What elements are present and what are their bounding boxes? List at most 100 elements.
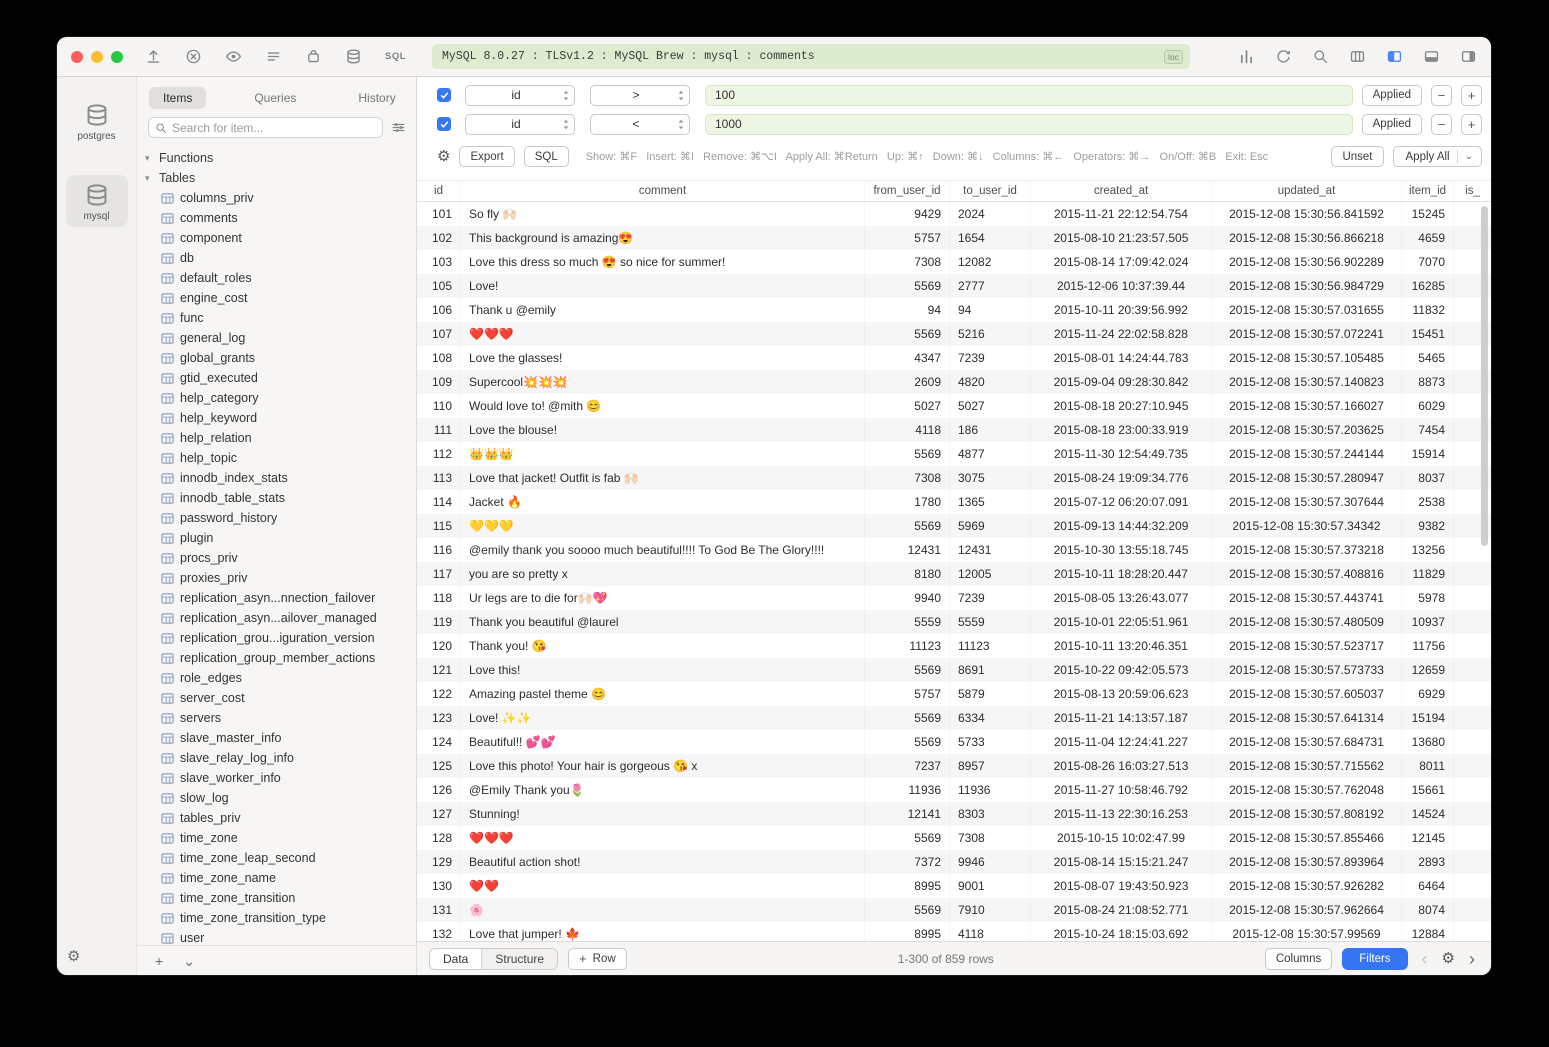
cell-to_user_id[interactable]: 5216 [950,322,1031,346]
cell-to_user_id[interactable]: 7239 [950,346,1031,370]
cell-to_user_id[interactable]: 5879 [950,682,1031,706]
cell-comment[interactable]: Supercool💥💥💥 [461,370,865,394]
cell-item_id[interactable]: 9382 [1402,514,1454,538]
panel-left-icon[interactable] [1386,48,1403,65]
cell-from_user_id[interactable]: 5569 [865,442,950,466]
cell-id[interactable]: 121 [417,658,461,682]
sidebar-table-gtid_executed[interactable]: gtid_executed [137,368,416,388]
cell-from_user_id[interactable]: 5569 [865,730,950,754]
cell-to_user_id[interactable]: 5559 [950,610,1031,634]
cell-from_user_id[interactable]: 11123 [865,634,950,658]
cell-comment[interactable]: This background is amazing😍 [461,226,865,250]
cell-is_[interactable] [1454,874,1491,898]
cell-item_id[interactable]: 15451 [1402,322,1454,346]
cell-comment[interactable]: So fly 🙌🏻 [461,202,865,226]
cell-updated_at[interactable]: 2015-12-08 15:30:57.573733 [1212,658,1402,682]
cell-item_id[interactable]: 6029 [1402,394,1454,418]
sidebar-table-tables_priv[interactable]: tables_priv [137,808,416,828]
column-header-updated_at[interactable]: updated_at [1212,181,1402,201]
cell-from_user_id[interactable]: 5569 [865,514,950,538]
cell-created_at[interactable]: 2015-11-13 22:30:16.253 [1031,802,1212,826]
cell-from_user_id[interactable]: 94 [865,298,950,322]
cell-item_id[interactable]: 8873 [1402,370,1454,394]
cell-comment[interactable]: Stunning! [461,802,865,826]
panel-right-icon[interactable] [1460,48,1477,65]
sidebar-table-time_zone_transition[interactable]: time_zone_transition [137,888,416,908]
sidebar-table-role_edges[interactable]: role_edges [137,668,416,688]
cell-updated_at[interactable]: 2015-12-08 15:30:57.762048 [1212,778,1402,802]
filter-checkbox[interactable] [437,88,451,102]
cell-to_user_id[interactable]: 12431 [950,538,1031,562]
cell-updated_at[interactable]: 2015-12-08 15:30:57.855466 [1212,826,1402,850]
connection-postgres[interactable]: postgres [66,95,128,147]
cell-to_user_id[interactable]: 94 [950,298,1031,322]
table-row[interactable]: 125Love this photo! Your hair is gorgeou… [417,754,1491,778]
unset-button[interactable]: Unset [1331,146,1383,167]
sidebar-table-slave_relay_log_info[interactable]: slave_relay_log_info [137,748,416,768]
sidebar-table-password_history[interactable]: password_history [137,508,416,528]
table-row[interactable]: 132Love that jumper! 🍁899541182015-10-24… [417,922,1491,942]
table-row[interactable]: 107❤️❤️❤️556952162015-11-24 22:02:58.828… [417,322,1491,346]
apply-all-button[interactable]: Apply All ⌄ [1393,146,1483,167]
cell-to_user_id[interactable]: 8303 [950,802,1031,826]
cell-comment[interactable]: Love this dress so much 😍 so nice for su… [461,250,865,274]
cell-updated_at[interactable]: 2015-12-08 15:30:57.105485 [1212,346,1402,370]
cell-created_at[interactable]: 2015-09-04 09:28:30.842 [1031,370,1212,394]
table-row[interactable]: 101So fly 🙌🏻942920242015-11-21 22:12:54.… [417,202,1491,226]
table-row[interactable]: 117you are so pretty x8180120052015-10-1… [417,562,1491,586]
cell-id[interactable]: 122 [417,682,461,706]
connection-mysql[interactable]: mysql [66,175,128,227]
cell-id[interactable]: 113 [417,466,461,490]
cell-created_at[interactable]: 2015-11-30 12:54:49.735 [1031,442,1212,466]
cell-id[interactable]: 131 [417,898,461,922]
cell-to_user_id[interactable]: 4877 [950,442,1031,466]
cell-comment[interactable]: Love the glasses! [461,346,865,370]
table-row[interactable]: 123Love! ✨✨556963342015-11-21 14:13:57.1… [417,706,1491,730]
cell-item_id[interactable]: 2893 [1402,850,1454,874]
table-row[interactable]: 130❤️❤️899590012015-08-07 19:43:50.92320… [417,874,1491,898]
cell-updated_at[interactable]: 2015-12-08 15:30:56.866218 [1212,226,1402,250]
cell-id[interactable]: 127 [417,802,461,826]
cell-from_user_id[interactable]: 5569 [865,826,950,850]
cell-id[interactable]: 112 [417,442,461,466]
cell-updated_at[interactable]: 2015-12-08 15:30:57.443741 [1212,586,1402,610]
sidebar-table-proxies_priv[interactable]: proxies_priv [137,568,416,588]
cell-updated_at[interactable]: 2015-12-08 15:30:57.072241 [1212,322,1402,346]
cell-is_[interactable] [1454,826,1491,850]
cell-item_id[interactable]: 8037 [1402,466,1454,490]
tab-queries[interactable]: Queries [240,87,310,109]
tree-group-functions[interactable]: ▾ Functions [137,148,416,168]
cell-created_at[interactable]: 2015-08-13 20:59:06.623 [1031,682,1212,706]
cell-created_at[interactable]: 2015-08-05 13:26:43.077 [1031,586,1212,610]
cell-to_user_id[interactable]: 6334 [950,706,1031,730]
cell-comment[interactable]: Love that jacket! Outfit is fab 🙌🏻 [461,466,865,490]
cell-item_id[interactable]: 2538 [1402,490,1454,514]
bag-icon[interactable] [305,48,322,65]
table-row[interactable]: 103Love this dress so much 😍 so nice for… [417,250,1491,274]
table-row[interactable]: 105Love!556927772015-12-06 10:37:39.4420… [417,274,1491,298]
cell-item_id[interactable]: 12884 [1402,922,1454,942]
cell-is_[interactable] [1454,682,1491,706]
cell-updated_at[interactable]: 2015-12-08 15:30:56.902289 [1212,250,1402,274]
cell-id[interactable]: 128 [417,826,461,850]
table-row[interactable]: 106Thank u @emily94942015-10-11 20:39:56… [417,298,1491,322]
sidebar-table-replication_grou...iguration_version[interactable]: replication_grou...iguration_version [137,628,416,648]
table-row[interactable]: 109Supercool💥💥💥260948202015-09-04 09:28:… [417,370,1491,394]
cell-is_[interactable] [1454,658,1491,682]
filters-button[interactable]: Filters [1342,948,1407,970]
cell-comment[interactable]: Thank you! 😘 [461,634,865,658]
cell-item_id[interactable]: 14524 [1402,802,1454,826]
gear-icon[interactable]: ⚙ [1442,951,1455,966]
cell-comment[interactable]: @emily thank you soooo much beautiful!!!… [461,538,865,562]
cell-created_at[interactable]: 2015-12-06 10:37:39.44 [1031,274,1212,298]
cell-created_at[interactable]: 2015-10-11 20:39:56.992 [1031,298,1212,322]
cell-to_user_id[interactable]: 3075 [950,466,1031,490]
table-row[interactable]: 131🌸556979102015-08-24 21:08:52.7712015-… [417,898,1491,922]
columns-button[interactable]: Columns [1265,948,1332,970]
cell-item_id[interactable]: 8074 [1402,898,1454,922]
cell-from_user_id[interactable]: 11936 [865,778,950,802]
cell-is_[interactable] [1454,730,1491,754]
cell-created_at[interactable]: 2015-10-22 09:42:05.573 [1031,658,1212,682]
sidebar-table-component[interactable]: component [137,228,416,248]
tree-group-tables[interactable]: ▾ Tables [137,168,416,188]
